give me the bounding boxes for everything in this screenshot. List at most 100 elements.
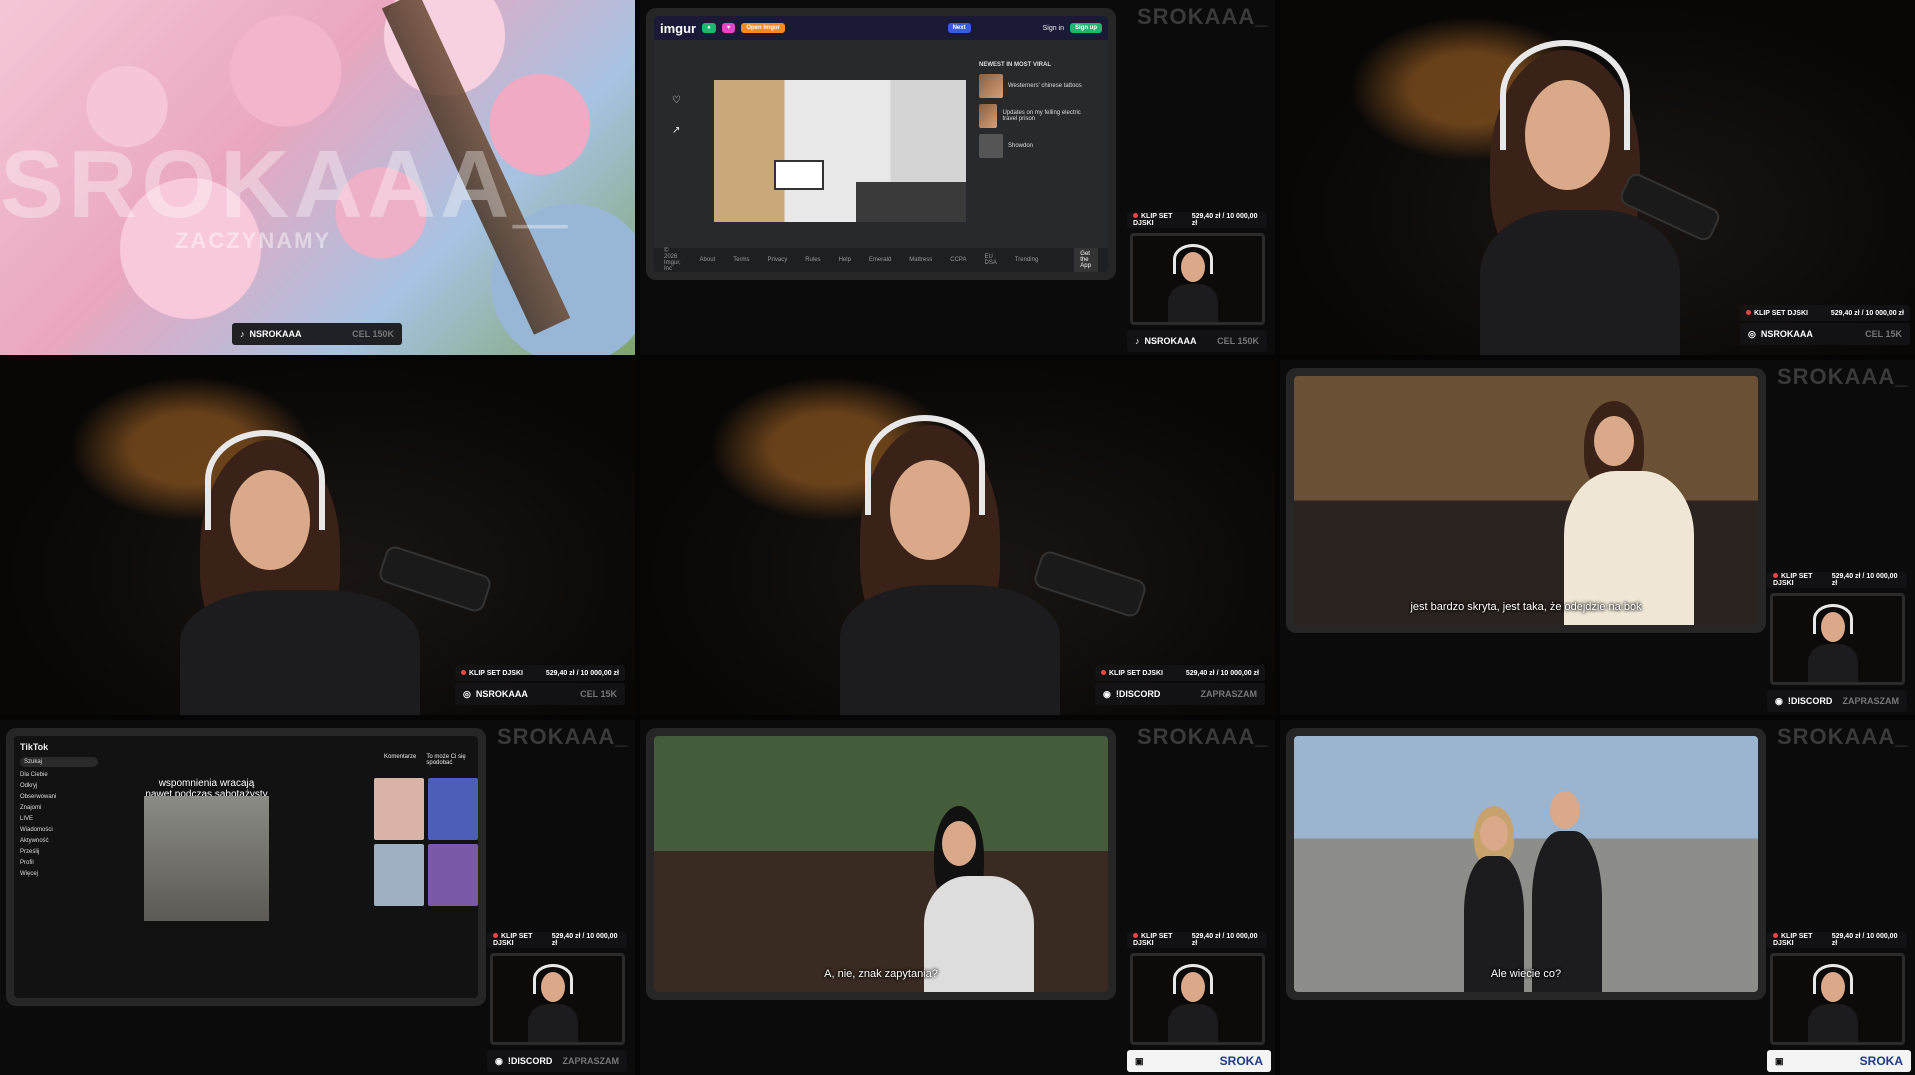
thumbnail [979,104,998,128]
sidebar-item[interactable]: Znajomi [20,805,98,811]
screen-frame: A, nie, znak zapytania? [646,728,1116,1000]
video-subtitle: A, nie, znak zapytania? [824,968,938,980]
sink [774,160,824,190]
donation-goal-bar: KLIP SET DJSKI 529,40 zł / 10 000,00 zł [1740,305,1910,321]
sidebar-item[interactable]: Wiadomości [20,827,98,833]
sidebar-item[interactable]: Odkryj [20,783,98,789]
open-app-button[interactable]: Open Imgur [741,23,785,33]
search-input[interactable]: Szukaj [20,757,98,767]
screen-frame: TikTok Szukaj Dla Ciebie Odkryj Obserwow… [6,728,486,1006]
tiktok-social-bar: ♪ NSROKAAA CEL 150K [1127,330,1267,352]
sponsor-logo-icon: ▣ [1775,1055,1784,1066]
discord-icon: ◉ [1775,695,1783,706]
tiktok-icon: ♪ [240,329,245,339]
donation-goal-bar: KLIP SET DJSKI 529,40 zł / 10 000,00 zł [487,932,627,948]
donation-goal-bar: KLIP SET DJSKI 529,40 zł / 10 000,00 zł [1767,932,1907,948]
sidebar-item[interactable]: Dla Ciebie [20,772,98,778]
streamer-cam-tile: KLIP SET DJSKI 529,40 zł / 10 000,00 zł ◎… [1280,0,1915,355]
imgur-footer: © 2026 Imgur, Inc About Terms Privacy Ru… [654,248,1108,272]
discord-social-bar: ◉ !DISCORD ZAPRASZAM [1095,683,1265,705]
video-screen-tile: Ale wiecie co? SROKAAA_ KLIP SET DJSKI 52… [1280,720,1915,1075]
thumbnail [979,134,1003,158]
share-icon[interactable]: ↗ [672,125,680,136]
instagram-icon: ◎ [1748,328,1756,339]
sign-in-link[interactable]: Sign in [1043,25,1064,32]
chat-icon[interactable]: ● [702,23,716,33]
tiktok-video[interactable] [144,796,269,921]
instagram-social-bar: ◎ NSROKAAA CEL 15K [1740,323,1910,345]
channel-watermark: SROKAAA_ [1777,724,1909,749]
donation-goal-bar: KLIP SET DJSKI 529,40 zł / 10 000,00 zł [1127,212,1267,228]
streamer-mini-cam [1770,593,1905,685]
thumbnail [979,74,1003,98]
room-scene-video: A, nie, znak zapytania? [654,736,1108,992]
list-item[interactable] [428,778,478,840]
sidebar-item[interactable]: Aktywność [20,838,98,844]
list-item[interactable] [428,844,478,906]
channel-watermark: SROKAAA_ [497,724,629,749]
cafe-scene-video: jest bardzo skryta, jest taka, że odejdz… [1294,376,1758,625]
donation-goal-bar: KLIP SET DJSKI 529,40 zł / 10 000,00 zł [1767,572,1907,588]
streamer-cam-tile: KLIP SET DJSKI 529,40 zł / 10 000,00 zł ◎… [0,360,635,715]
street-scene-video: Ale wiecie co? [1294,736,1758,992]
sidebar-item[interactable]: Obserwowani [20,794,98,800]
screen-frame: jest bardzo skryta, jest taka, że odejdz… [1286,368,1766,633]
starting-label: ZACZYNAMY [175,228,332,253]
channel-watermark: SROKAAA_ [1137,724,1269,749]
sidebar-item[interactable]: Więcej [20,871,98,877]
list-item[interactable] [374,844,424,906]
instagram-social-bar: ◎ NSROKAAA CEL 15K [455,683,625,705]
tiktok-logo[interactable]: TikTok [20,742,98,752]
sidebar-item[interactable]: LIVE [20,816,98,822]
donation-goal-bar: KLIP SET DJSKI 529,40 zł / 10 000,00 zł [1127,932,1267,948]
streamer-cam-tile: KLIP SET DJSKI 529,40 zł / 10 000,00 zł ◉… [640,360,1275,715]
tiktok-tabs: Komentarze To może Ci się spodobać [384,754,478,766]
discord-social-bar: ◉ !DISCORD ZAPRASZAM [1767,690,1907,712]
tiktok-screen-tile: TikTok Szukaj Dla Ciebie Odkryj Obserwow… [0,720,635,1075]
donation-goal-bar: KLIP SET DJSKI 529,40 zł / 10 000,00 zł [455,665,625,681]
list-item[interactable]: Westerners' chinese tattoos [979,74,1089,98]
heart-icon[interactable]: ♡ [672,95,681,106]
discord-icon: ◉ [495,1055,503,1066]
newest-label: NEWEST IN MOST VIRAL [979,62,1051,68]
channel-watermark: SROKAAA_ [1137,4,1269,29]
bathroom-image [714,80,966,222]
screen-frame: imgur ● ♥ Open Imgur Next Sign in Sign u… [646,8,1116,280]
sponsor-banner: ▣ SROKA [1767,1050,1911,1072]
screen-frame: Ale wiecie co? [1286,728,1766,1000]
list-item[interactable]: Showdon [979,134,1089,158]
sponsor-logo-icon: ▣ [1135,1055,1144,1066]
list-item[interactable] [374,778,424,840]
streamer-mini-cam [1130,953,1265,1045]
discord-icon: ◉ [1103,688,1111,699]
list-item[interactable]: Updates on my felling electric travel pr… [979,104,1089,128]
streamer-mini-cam [1770,953,1905,1045]
tab-comments[interactable]: Komentarze [384,754,416,766]
next-button[interactable]: Next [947,23,971,33]
imgur-post-area: ♡ ↗ NEWEST IN MOST VIRAL Westerners' chi… [654,40,1108,248]
sponsor-banner: ▣ SROKA [1127,1050,1271,1072]
sidebar-item[interactable]: Profil [20,860,98,866]
sign-up-button[interactable]: Sign up [1070,23,1102,33]
channel-watermark: SROKAAA_ [0,131,571,238]
imgur-page: imgur ● ♥ Open Imgur Next Sign in Sign u… [654,16,1108,272]
tub [856,182,966,222]
channel-watermark: SROKAAA_ [1777,364,1909,389]
tiktok-sidebar: TikTok Szukaj Dla Ciebie Odkryj Obserwow… [14,736,104,998]
donation-goal-bar: KLIP SET DJSKI 529,40 zł / 10 000,00 zł [1095,665,1265,681]
heart-icon[interactable]: ♥ [721,23,736,33]
tiktok-social-bar: ♪ NSROKAAA CEL 150K [232,323,402,345]
instagram-icon: ◎ [463,688,471,699]
video-screen-tile: jest bardzo skryta, jest taka, że odejdz… [1280,360,1915,715]
stream-grid: SROKAAA_ ZACZYNAMY ♪ NSROKAAA CEL 150K im… [0,0,1915,1075]
imgur-screen-tile: imgur ● ♥ Open Imgur Next Sign in Sign u… [640,0,1275,355]
imgur-logo[interactable]: imgur [660,21,696,36]
video-screen-tile: A, nie, znak zapytania? SROKAAA_ KLIP SE… [640,720,1275,1075]
streamer-mini-cam [490,953,625,1045]
imgur-header: imgur ● ♥ Open Imgur Next Sign in Sign u… [654,16,1108,40]
get-app-button[interactable]: Get the App [1074,248,1098,272]
tiktok-page: TikTok Szukaj Dla Ciebie Odkryj Obserwow… [14,736,478,998]
recommended-grid [374,778,478,906]
tab-recommended[interactable]: To może Ci się spodobać [426,754,478,766]
sidebar-item[interactable]: Prześlij [20,849,98,855]
